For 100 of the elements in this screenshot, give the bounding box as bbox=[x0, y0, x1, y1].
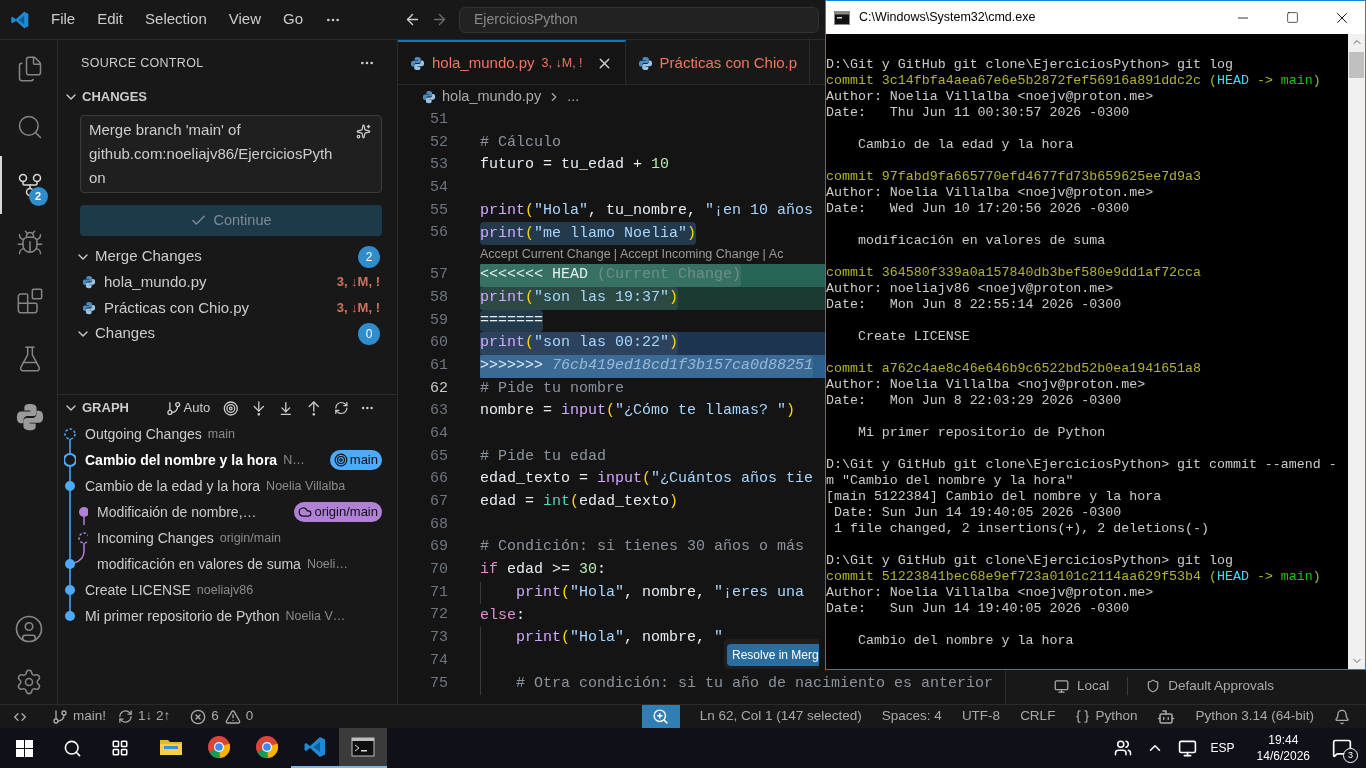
code-line: # Pide tu nombre bbox=[480, 378, 625, 399]
codelens-link[interactable]: Ac bbox=[768, 245, 784, 264]
line-number: 74 bbox=[429, 650, 448, 671]
status-item[interactable]: Spaces: 4 bbox=[881, 706, 942, 727]
group-header[interactable]: Changes 0 bbox=[58, 321, 397, 346]
scrollbar-thumb[interactable] bbox=[1349, 52, 1364, 78]
terminal-line: Author: Noelia Villalba <nojv@proton.me> bbox=[826, 377, 1146, 393]
graph-row[interactable]: Cambio del nombre y la hora N… main bbox=[58, 447, 397, 473]
people-icon[interactable] bbox=[1113, 739, 1132, 757]
status-item[interactable]: Python 3.14 (64-bit) bbox=[1195, 706, 1314, 727]
graph-row[interactable]: Mi primer repositorio de Python Noelia V… bbox=[58, 603, 397, 629]
editor-tab[interactable]: hola_mundo.py 3, ↓M, ! bbox=[398, 40, 626, 84]
menu-item[interactable]: File bbox=[51, 8, 76, 31]
clock[interactable]: 19:44 14/6/2026 bbox=[1248, 732, 1318, 764]
copilot-icon[interactable] bbox=[1157, 707, 1176, 726]
forward-icon[interactable] bbox=[431, 11, 448, 28]
graph-row[interactable]: Incoming Changes origin/main bbox=[58, 525, 397, 551]
panel-toggle[interactable]: Default Approvals bbox=[1146, 675, 1275, 697]
line-number: 73 bbox=[429, 628, 448, 649]
group-header[interactable]: Merge Changes 2 bbox=[58, 244, 397, 269]
graph-row[interactable]: Modificaión de nombre,… origin/main bbox=[58, 499, 397, 525]
line-number: 57 bbox=[429, 265, 448, 286]
sync-status[interactable]: 1↓ 2↑ bbox=[118, 706, 171, 727]
breadcrumb-item[interactable]: ... bbox=[567, 86, 580, 108]
terminal-line: Date: Wed Jun 10 17:20:56 2026 -0300 bbox=[826, 201, 1130, 217]
code-line: # Cálculo bbox=[480, 132, 561, 153]
commit-detail: Noelia V… bbox=[285, 607, 346, 625]
zoom-button[interactable] bbox=[641, 705, 680, 728]
file-status: 3, ↓M, ! bbox=[336, 299, 380, 318]
warnings-status[interactable]: 0 bbox=[224, 706, 254, 727]
commit-detail: Noeli… bbox=[306, 555, 348, 573]
terminal-line: Author: Noelia Villalba <noejv@proton.me> bbox=[826, 185, 1154, 201]
shield-icon bbox=[1146, 679, 1161, 693]
commit-detail: noeliajv86 bbox=[196, 581, 254, 599]
line-number: 53 bbox=[429, 155, 448, 176]
account-icon[interactable] bbox=[13, 614, 44, 644]
graph-row[interactable]: modificación en valores de suma Noeli… bbox=[58, 551, 397, 577]
count-badge: 2 bbox=[358, 245, 380, 268]
terminal-line: D:\Git y GitHub git clone\EjerciciosPython> git log bbox=[826, 57, 1233, 73]
network-icon[interactable] bbox=[1177, 738, 1197, 758]
terminal-line: Date: Mon Jun 8 22:03:29 2026 -0300 bbox=[826, 393, 1122, 409]
breadcrumb-item[interactable]: hola_mundo.py bbox=[442, 86, 542, 108]
panel-toggle[interactable]: Local bbox=[1054, 675, 1110, 697]
line-number: 65 bbox=[429, 446, 448, 467]
python-file-icon bbox=[422, 90, 436, 104]
resolve-merge-button[interactable]: Resolve in Merg bbox=[727, 644, 819, 666]
terminal-line: commit a762c4ae8c46e646b9c6522bd52b0ea1941651a8 bbox=[826, 361, 1202, 377]
menu-item[interactable]: View bbox=[228, 8, 261, 31]
menu-item[interactable]: Edit bbox=[97, 8, 124, 31]
language-status[interactable]: Python bbox=[1075, 706, 1138, 727]
graph-row[interactable]: Create LICENSE noeliajv86 bbox=[58, 577, 397, 603]
terminal-line: Cambio del nombre y la hora bbox=[856, 633, 1074, 649]
commit-message-field[interactable]: Merge branch 'main' of github.com:noeliajv86/EjerciciosPython bbox=[80, 115, 382, 193]
graph-row[interactable]: Outgoing Changes main bbox=[58, 421, 397, 447]
changed-file-item[interactable]: hola_mundo.py 3, ↓M, ! bbox=[58, 269, 397, 295]
group-title: Merge Changes bbox=[95, 246, 202, 267]
graph-mode-label[interactable]: Auto bbox=[183, 398, 211, 418]
terminal-line: [main 5122384] Cambio del nombre y la hora bbox=[826, 489, 1162, 505]
taskbar-app[interactable] bbox=[339, 728, 387, 768]
status-item[interactable]: Ln 62, Col 1 (147 selected) bbox=[699, 706, 862, 727]
codelens-link[interactable]: Accept Current Change bbox=[480, 245, 611, 264]
maximize-icon[interactable] bbox=[1286, 11, 1299, 24]
code-line: # Condición: si tienes 30 años o más bbox=[480, 537, 805, 558]
keyboard-language[interactable]: ESP bbox=[1210, 739, 1235, 757]
commit-title: Outgoing Changes bbox=[85, 424, 202, 444]
monitor-icon bbox=[1054, 678, 1069, 694]
push-icon[interactable] bbox=[306, 399, 322, 417]
code-line: futuro = tu_edad + 10 bbox=[480, 155, 670, 176]
section-title: GRAPH bbox=[82, 399, 129, 418]
terminal-line: m "Cambio del nombre y la hora" bbox=[826, 473, 1074, 489]
branch-status[interactable]: main! bbox=[52, 706, 106, 727]
sidebar-title: SOURCE CONTROL bbox=[81, 54, 204, 72]
vscode-logo-icon bbox=[303, 735, 327, 759]
graph-row[interactable]: Cambio de la edad y la hora Noelia Villalba bbox=[58, 473, 397, 499]
back-icon[interactable] bbox=[404, 11, 421, 28]
commit-title: Mi primer repositorio de Python bbox=[85, 606, 280, 626]
target-icon[interactable] bbox=[223, 399, 239, 417]
terminal-line: commit 364580f339a0a157840db3bef580e9dd1af72cca bbox=[826, 265, 1202, 281]
errors-status[interactable]: 6 bbox=[190, 706, 219, 727]
search-icon[interactable] bbox=[63, 738, 82, 758]
codelens-link[interactable]: Accept Incoming Change bbox=[619, 245, 760, 264]
changed-file-item[interactable]: Prácticas con Chio.py 3, ↓M, ! bbox=[58, 295, 397, 321]
windows-logo-icon bbox=[15, 739, 33, 757]
refresh-icon[interactable] bbox=[333, 400, 349, 416]
branch-icon[interactable] bbox=[165, 399, 182, 417]
task-view-icon[interactable] bbox=[111, 739, 129, 757]
terminal-line: commit 97fabd9fa665770efd4677fd73b659625ee7d9a3 bbox=[826, 169, 1202, 185]
line-number: 60 bbox=[429, 333, 448, 354]
line-number: 62 bbox=[429, 378, 448, 399]
branch-badge: origin/main bbox=[294, 502, 382, 522]
status-item[interactable]: UTF-8 bbox=[961, 706, 1001, 727]
bell-icon[interactable] bbox=[1334, 708, 1350, 725]
status-item[interactable]: CRLF bbox=[1020, 706, 1056, 727]
menu-item[interactable]: Go bbox=[283, 8, 303, 31]
branch-badge: main bbox=[329, 450, 382, 470]
search-field[interactable]: EjerciciosPython bbox=[459, 6, 819, 33]
sparkle-icon[interactable] bbox=[356, 124, 371, 139]
terminal-line: D:\Git y GitHub git clone\EjerciciosPython> git log bbox=[826, 553, 1233, 569]
count-badge: 0 bbox=[358, 322, 380, 345]
menu-item[interactable]: Selection bbox=[145, 8, 207, 31]
